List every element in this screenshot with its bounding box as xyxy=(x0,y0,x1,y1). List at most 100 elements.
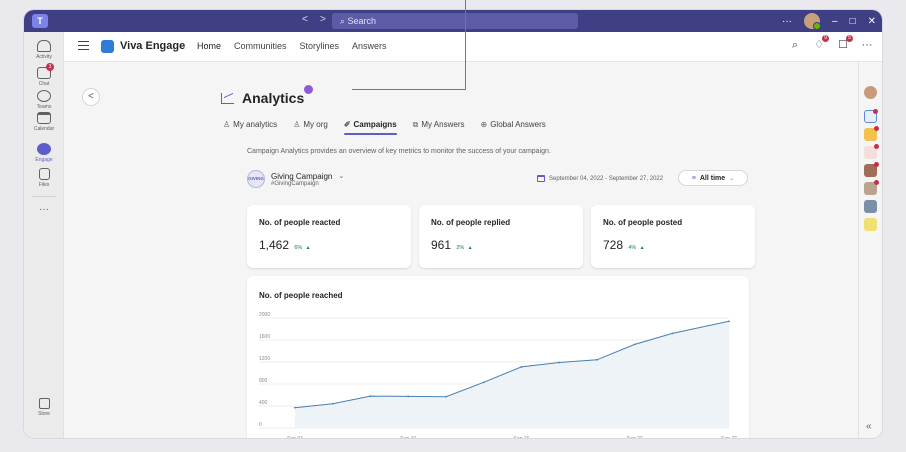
metric-number: 728 xyxy=(603,238,624,252)
metric-delta: 6% xyxy=(294,245,303,251)
x-tick-label: Sep 22 xyxy=(627,436,643,438)
rail-label: Engage xyxy=(35,157,53,163)
reach-chart-card: No. of people reached 0 400 800 1200 1600 200… xyxy=(247,276,749,438)
data-point xyxy=(520,366,523,368)
tab-my-analytics[interactable]: ♙ My analytics xyxy=(223,120,277,135)
chat-badge: 3 xyxy=(46,63,54,71)
nav-home[interactable]: Home xyxy=(197,41,221,51)
tab-campaigns[interactable]: ✐ Campaigns xyxy=(343,120,397,135)
metric-number: 1,462 xyxy=(259,238,290,252)
contact-avatar[interactable] xyxy=(864,180,879,195)
search-icon[interactable]: ⌕ xyxy=(788,38,802,52)
page-title-row: Analytics xyxy=(221,90,304,106)
notifications-icon[interactable]: ♢ 9 xyxy=(812,35,829,52)
rail-item-calendar[interactable]: Calendar xyxy=(24,112,64,132)
rail-item-engage[interactable]: Engage xyxy=(24,143,64,163)
rail-item-files[interactable]: Files xyxy=(24,168,64,188)
notification-dot xyxy=(874,180,879,185)
data-point xyxy=(633,343,636,346)
metric-title: No. of people replied xyxy=(431,218,511,227)
nav-communities[interactable]: Communities xyxy=(234,41,287,51)
minimize-button[interactable]: – xyxy=(832,16,838,27)
history-nav: < xyxy=(302,14,320,25)
rail-label: Teams xyxy=(36,104,52,110)
tab-my-org[interactable]: ♙ My org xyxy=(293,120,328,135)
area-fill xyxy=(295,321,729,428)
tab-global-answers[interactable]: ⊕ Global Answers xyxy=(480,120,545,135)
metric-value: 728 4% ▲ xyxy=(603,238,743,252)
metric-delta: 4% xyxy=(628,245,637,251)
right-rail: « xyxy=(858,62,882,438)
app-icon-red[interactable] xyxy=(864,144,879,159)
filter-icon: ≡ xyxy=(691,174,696,182)
rail-item-activity[interactable]: Activity xyxy=(24,40,64,60)
contact-avatar[interactable] xyxy=(864,200,877,213)
up-arrow-icon: ▲ xyxy=(305,245,311,251)
metric-title: No. of people reacted xyxy=(259,218,341,227)
x-tick-label: Sep 16 xyxy=(514,436,530,438)
x-tick-label: Sep 04 xyxy=(287,436,303,438)
tab-label: My analytics xyxy=(233,120,278,129)
more-options-icon[interactable]: ··· xyxy=(782,16,792,27)
rail-item-chat[interactable]: 3 Chat xyxy=(24,63,64,87)
metric-cards: No. of people reacted 1,462 6% ▲ No. of … xyxy=(247,205,755,268)
analytics-tabs: ♙ My analytics ♙ My org ✐ Campaigns ⧉ My Ans… xyxy=(223,120,546,135)
teams-logo-icon[interactable]: T xyxy=(32,14,48,28)
maximize-button[interactable]: □ xyxy=(850,16,856,27)
search-input[interactable]: ⌕ Search xyxy=(332,13,578,29)
teams-icon xyxy=(37,90,51,102)
y-tick-label: 800 xyxy=(259,378,268,384)
data-point xyxy=(294,406,296,409)
campaign-selector[interactable]: GIVING Giving Campaign #GivingCampaign ⌄ xyxy=(247,170,344,188)
app-icon-sticky[interactable] xyxy=(864,218,877,231)
data-point xyxy=(407,395,410,398)
calendar-icon xyxy=(37,112,51,124)
more-apps-icon[interactable]: ··· xyxy=(24,204,64,215)
data-point xyxy=(482,381,485,384)
data-point xyxy=(671,332,674,335)
notifications-badge: 9 xyxy=(822,35,829,42)
date-range-text: September 04, 2022 - September 27, 2022 xyxy=(549,175,664,182)
contact-avatar[interactable] xyxy=(864,162,879,177)
rail-label: Activity xyxy=(36,54,52,60)
tab-my-answers[interactable]: ⧉ My Answers xyxy=(413,120,465,135)
answers-icon: ⧉ xyxy=(412,120,419,129)
notification-dot xyxy=(873,109,878,114)
close-button[interactable]: ✕ xyxy=(868,16,876,27)
profile-avatar[interactable] xyxy=(804,13,821,30)
nav-storylines[interactable]: Storylines xyxy=(300,41,340,51)
campaign-icon: ✐ xyxy=(343,120,351,129)
tab-label: My Answers xyxy=(421,120,465,129)
rail-item-store[interactable]: Store xyxy=(24,398,64,417)
app-name: Viva Engage xyxy=(120,40,186,52)
person-icon: ♙ xyxy=(223,120,231,129)
callout-dot xyxy=(304,85,313,94)
top-nav: Home Communities Storylines Answers xyxy=(197,41,387,51)
date-range: September 04, 2022 - September 27, 2022 xyxy=(537,175,663,182)
up-arrow-icon: ▲ xyxy=(467,245,473,251)
org-icon: ♙ xyxy=(293,120,301,129)
bell-icon xyxy=(37,40,51,52)
user-avatar[interactable] xyxy=(864,86,877,99)
notification-dot xyxy=(874,162,879,167)
period-label: All time xyxy=(699,174,726,182)
search-placeholder: Search xyxy=(347,16,377,26)
reach-chart: 0 400 800 1200 1600 2000 Sep 04 Sep 10 Sep 16 Sep… xyxy=(259,312,737,438)
forward-arrow-icon[interactable]: > xyxy=(320,14,326,25)
metric-card-posted: No. of people posted 728 4% ▲ xyxy=(591,205,755,268)
window-controls: ··· – □ ✕ xyxy=(782,13,876,30)
back-arrow-icon[interactable]: < xyxy=(302,14,308,25)
hamburger-menu-icon[interactable] xyxy=(78,41,89,50)
callout-line-horizontal xyxy=(352,89,466,91)
app-icon-yellow[interactable] xyxy=(864,126,879,141)
collapse-icon[interactable]: « xyxy=(866,421,872,432)
nav-answers[interactable]: Answers xyxy=(352,41,387,51)
copilot-app-icon[interactable] xyxy=(864,109,878,123)
period-dropdown[interactable]: ≡ All time ⌄ xyxy=(678,170,748,186)
more-options-icon[interactable]: ··· xyxy=(860,38,874,52)
rail-item-teams[interactable]: Teams xyxy=(24,90,64,110)
back-button[interactable]: < xyxy=(82,88,100,106)
rail-divider xyxy=(32,196,56,197)
inbox-icon[interactable]: ☐ 5 xyxy=(836,35,853,52)
search-icon: ⌕ xyxy=(340,16,348,26)
